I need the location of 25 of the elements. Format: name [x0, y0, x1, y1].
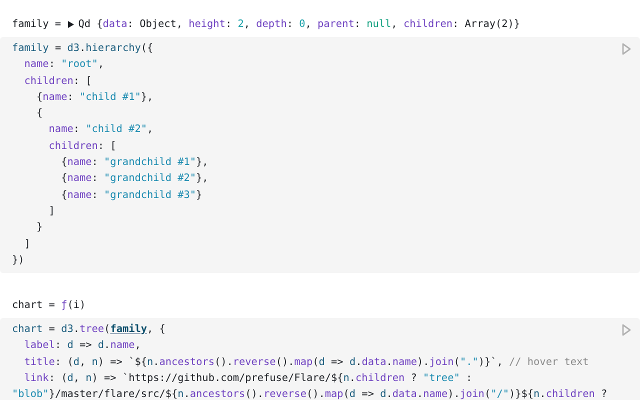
output-line: family = Qd {data: Object, height: 2, depth: 0, parent: null, children: Array(2)} — [11, 18, 521, 32]
code-line: name: "root", — [23, 58, 104, 72]
code-line: label: d => d.name, — [23, 339, 141, 354]
code-line: ] — [48, 204, 55, 219]
code-line: title: (d, n) => `${n.ancestors().reverse().map(d => d.data.name).join(".")}`, // hover text — [23, 356, 589, 370]
code-line: {name: "child #1"}, — [36, 90, 154, 105]
code-cell[interactable] — [0, 318, 640, 400]
code-line: chart = d3.tree(family, { — [12, 322, 166, 338]
code-line: family = d3.hierarchy({ — [12, 42, 154, 56]
code-line: children: [ — [23, 74, 92, 89]
code-line: } — [36, 221, 43, 236]
variable-link[interactable]: family — [110, 324, 147, 336]
code-line: name: "child #2", — [48, 123, 154, 138]
code-line: ] — [23, 238, 30, 252]
output-line: chart = ƒ(i) — [11, 298, 87, 313]
code-line: {name: "grandchild #1"}, — [60, 156, 208, 170]
code-line: }) — [12, 254, 24, 268]
code-line: "blob"}/master/flare/src/${n.ancestors().reverse().map(d => d.data.name).join("/")}${n.children ? — [12, 388, 608, 400]
code-cell[interactable]: family = d3.hierarchy({ name: "root", children: [ {name: "child #1"}, { name: "child #2", children: [ {name: "grandchild #1"}, {name: "grandchild #2"}, {name: "grandchild #3"} ] } ] }) — [0, 37, 640, 274]
code-line: { — [36, 107, 43, 122]
code-line: children: [ — [48, 140, 116, 154]
code-line: link: (d, n) => `https://github.com/prefuse/Flare/${n.children ? "tree" : — [23, 372, 472, 386]
caret-icon[interactable] — [68, 20, 74, 28]
code-line: {name: "grandchild #3"} — [60, 188, 202, 203]
code-line: {name: "grandchild #2"}, — [60, 172, 208, 186]
